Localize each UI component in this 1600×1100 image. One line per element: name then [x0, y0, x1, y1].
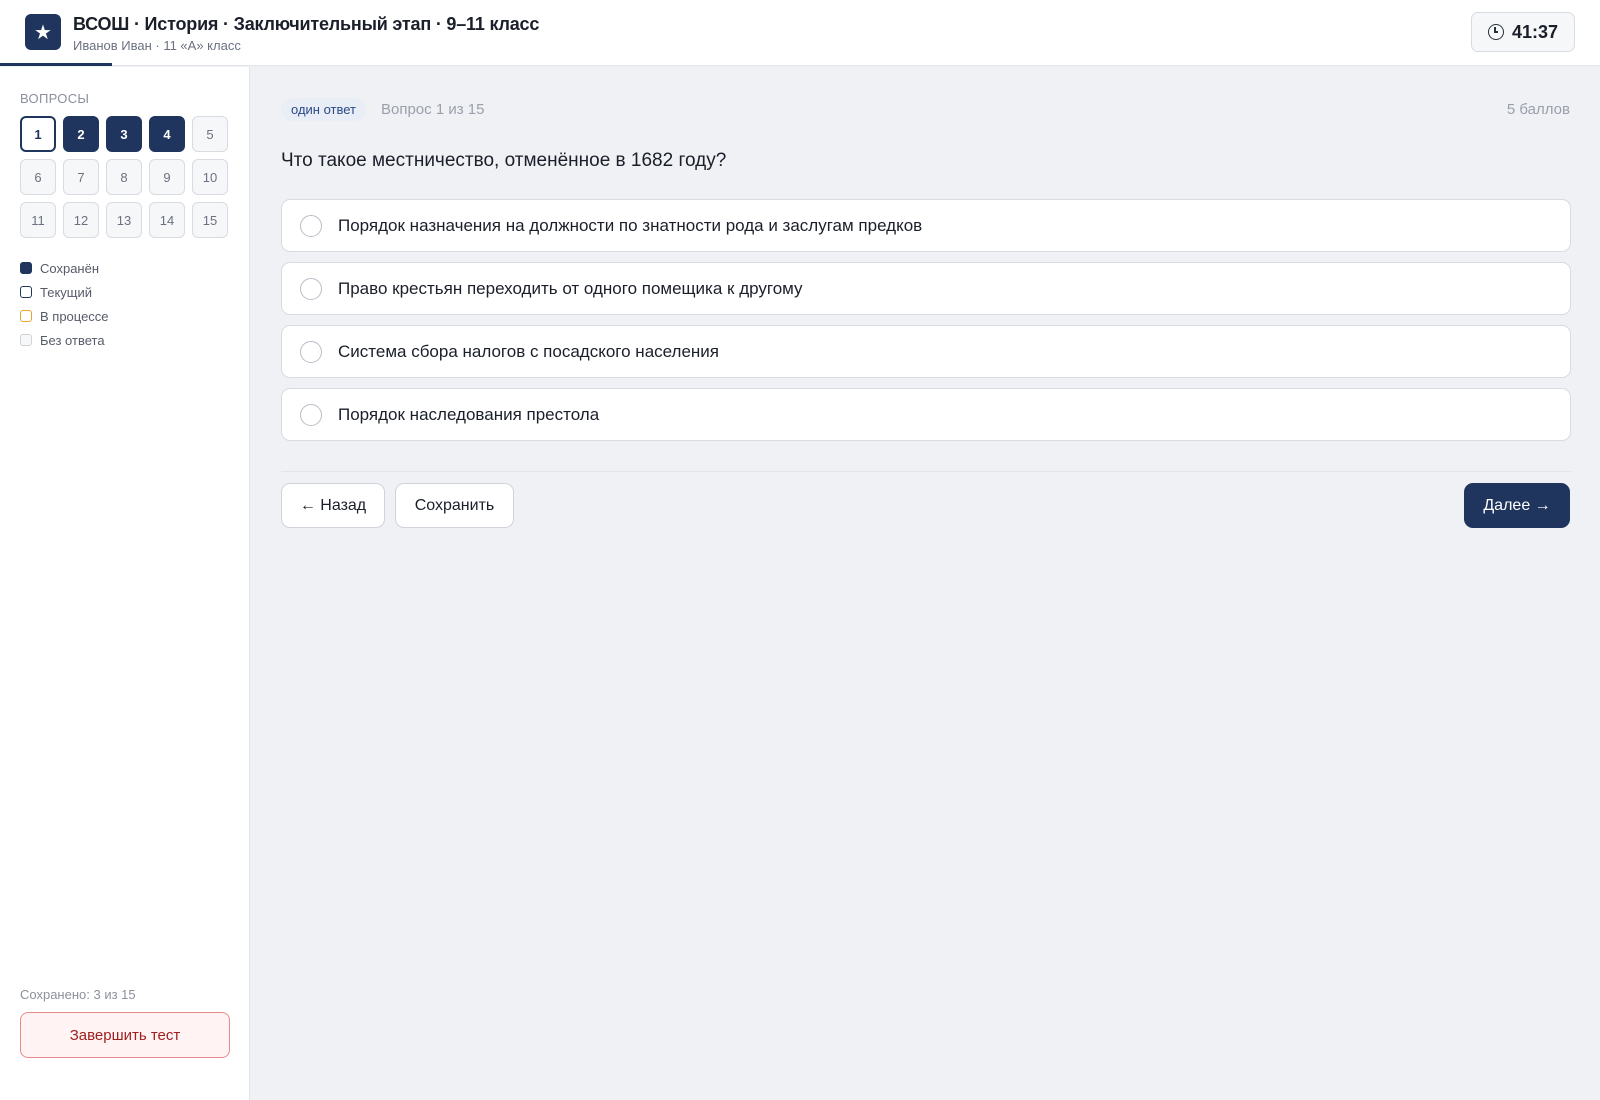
star-logo-icon: ★ [25, 14, 61, 50]
timer: 41:37 [1471, 12, 1575, 52]
question-nav-10[interactable]: 10 [192, 159, 228, 195]
answer-option[interactable]: Право крестьян переходить от одного поме… [281, 262, 1571, 315]
radio-button[interactable] [300, 214, 322, 237]
answer-option[interactable]: Порядок назначения на должности по знатн… [281, 199, 1571, 252]
answer-options: Порядок назначения на должности по знатн… [281, 199, 1571, 451]
status-legend: Сохранён Текущий В процессе Без ответа [20, 256, 109, 352]
legend-label: В процессе [40, 308, 109, 324]
save-button[interactable]: Сохранить [395, 483, 514, 528]
question-number: Вопрос 1 из 15 [381, 101, 485, 118]
question-nav-12[interactable]: 12 [63, 202, 99, 238]
legend-label: Сохранён [40, 260, 100, 276]
test-title: ВСОШ · История · Заключительный этап · 9… [73, 14, 540, 34]
saved-count: Сохранено: 3 из 15 [20, 987, 136, 1002]
radio-button[interactable] [300, 277, 322, 300]
question-nav-15[interactable]: 15 [192, 202, 228, 238]
back-button[interactable]: ← Назад [281, 483, 385, 528]
legend-label: Без ответа [40, 332, 105, 348]
next-button[interactable]: Далее → [1464, 483, 1570, 528]
timer-value: 41:37 [1511, 21, 1559, 42]
legend-item: Сохранён [20, 256, 109, 280]
legend-item: Текущий [20, 280, 109, 304]
question-nav-9[interactable]: 9 [149, 159, 185, 195]
answer-option[interactable]: Система сбора налогов с посадского насел… [281, 325, 1571, 378]
legend-swatch [20, 262, 32, 274]
question-nav-4[interactable]: 4 [149, 116, 185, 152]
test-progress-bar [0, 63, 112, 66]
top-bar: ★ ВСОШ · История · Заключительный этап ·… [0, 0, 1600, 66]
question-points: 5 баллов [1506, 101, 1570, 118]
clock-icon [1487, 24, 1504, 40]
finish-test-button[interactable]: Завершить тест [20, 1012, 230, 1058]
question-navigator: 1 2 3 4 5 6 7 8 9 10 11 12 13 14 15 [20, 116, 230, 238]
legend-label: Текущий [40, 284, 92, 300]
question-panel: один ответ Вопрос 1 из 15 5 баллов Что т… [251, 67, 1600, 1100]
legend-item: В процессе [20, 304, 109, 328]
option-label: Порядок наследования престола [338, 404, 600, 424]
radio-button[interactable] [300, 340, 322, 363]
legend-swatch [20, 334, 32, 346]
question-text: Что такое местничество, отменённое в 168… [281, 150, 727, 171]
legend-item: Без ответа [20, 328, 109, 352]
question-nav-11[interactable]: 11 [20, 202, 56, 238]
question-nav-5[interactable]: 5 [192, 116, 228, 152]
option-label: Порядок назначения на должности по знатн… [338, 215, 923, 235]
question-nav-3[interactable]: 3 [106, 116, 142, 152]
option-label: Система сбора налогов с посадского насел… [338, 341, 719, 361]
question-nav-8[interactable]: 8 [106, 159, 142, 195]
student-info: Иванов Иван · 11 «А» класс [73, 38, 241, 53]
legend-swatch [20, 310, 32, 322]
answer-type-badge: один ответ [281, 98, 366, 121]
legend-swatch [20, 286, 32, 298]
radio-button[interactable] [300, 403, 322, 426]
divider [281, 471, 1571, 472]
question-nav-14[interactable]: 14 [149, 202, 185, 238]
question-nav-7[interactable]: 7 [63, 159, 99, 195]
question-nav-1[interactable]: 1 [20, 116, 56, 152]
answer-option[interactable]: Порядок наследования престола [281, 388, 1571, 441]
question-nav-2[interactable]: 2 [63, 116, 99, 152]
question-nav-13[interactable]: 13 [106, 202, 142, 238]
questions-heading: ВОПРОСЫ [20, 91, 90, 106]
sidebar: ВОПРОСЫ 1 2 3 4 5 6 7 8 9 10 11 12 13 14 15 Сохранён Те… [0, 67, 250, 1100]
option-label: Право крестьян переходить от одного поме… [338, 278, 803, 298]
question-nav-6[interactable]: 6 [20, 159, 56, 195]
